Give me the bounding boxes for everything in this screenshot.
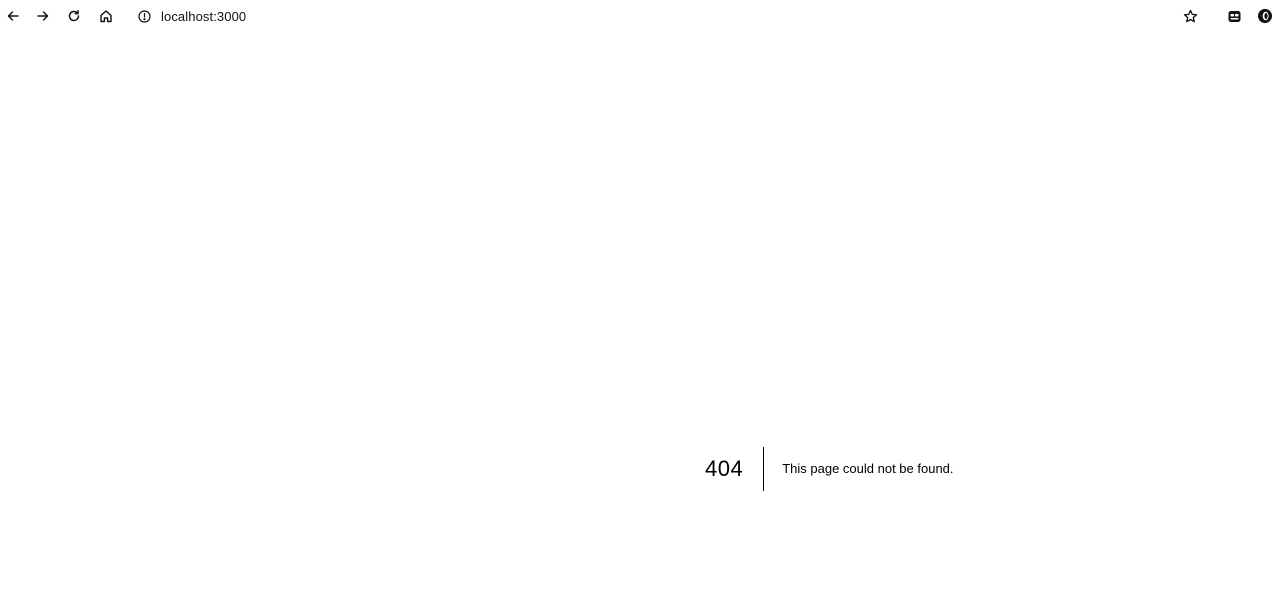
address-bar[interactable]: localhost:3000 [134,5,246,27]
bookmark-button[interactable] [1180,6,1200,26]
home-button[interactable] [96,6,116,26]
arrow-right-icon [36,9,50,23]
browser-toolbar: localhost:3000 [0,0,1280,33]
forward-button[interactable] [33,6,53,26]
error-container: 404 This page could not be found. [705,447,954,491]
page-content: 404 This page could not be found. [0,33,1280,599]
profile-button[interactable] [1255,6,1275,26]
info-icon[interactable] [136,8,152,24]
error-message: This page could not be found. [782,461,954,476]
arrow-left-icon [6,9,20,23]
extension-button[interactable] [1224,6,1244,26]
error-code: 404 [705,447,765,491]
extension-icon [1227,9,1242,24]
back-button[interactable] [3,6,23,26]
url-text[interactable]: localhost:3000 [161,9,246,24]
home-icon [99,9,113,23]
profile-icon [1257,8,1273,24]
reload-button[interactable] [64,6,84,26]
reload-icon [67,9,81,23]
star-icon [1183,9,1198,24]
